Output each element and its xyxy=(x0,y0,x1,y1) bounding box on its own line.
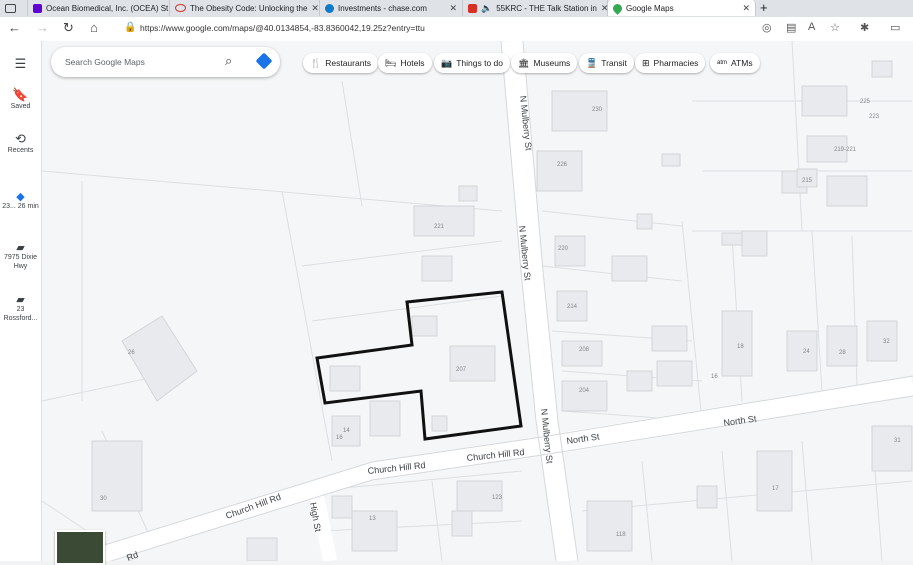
address-bar: ← → ↻ ⌂ 🔒 https://www.google.com/maps/@4… xyxy=(0,17,913,42)
bookmark-icon: 🔖 xyxy=(12,87,29,102)
house-number: 225 xyxy=(860,99,871,105)
favorite-icon[interactable]: ☆ xyxy=(830,21,840,34)
house-number: 31 xyxy=(894,438,901,444)
url-field[interactable]: https://www.google.com/maps/@40.0134854,… xyxy=(140,23,425,33)
location-icon[interactable]: ◎ xyxy=(762,21,772,34)
chip-museums[interactable]: 🏛 Museums xyxy=(511,53,578,73)
recents-button[interactable]: ⟲ Recents xyxy=(0,131,41,154)
map-canvas[interactable]: N Mulberry St N Mulberry St N Mulberry S… xyxy=(42,41,913,561)
reader-icon[interactable]: ▤ xyxy=(786,21,796,34)
extensions-icon[interactable]: ✱ xyxy=(860,21,869,34)
house-number: 204 xyxy=(579,388,590,394)
tab-list-icon xyxy=(5,3,16,13)
close-icon[interactable]: ✕ xyxy=(311,3,319,14)
buildings xyxy=(91,60,913,561)
back-icon[interactable]: ← xyxy=(8,20,21,35)
tab-ocean-biomedical[interactable]: Ocean Biomedical, Inc. (OCEA) St ✕ xyxy=(28,0,170,16)
house-number: 208 xyxy=(579,347,590,353)
sidebar-icon[interactable]: ▭ xyxy=(890,21,900,34)
chip-atms[interactable]: atm ATMs xyxy=(710,53,760,73)
house-number: 215 xyxy=(802,178,813,184)
bed-icon: 🛏 xyxy=(385,57,397,68)
place-icon: ▰ xyxy=(16,242,25,254)
museum-icon: 🏛 xyxy=(518,57,530,68)
menu-icon: ☰ xyxy=(14,56,27,71)
search-box[interactable]: Search Google Maps ⌕ xyxy=(51,47,280,77)
close-icon[interactable]: ✕ xyxy=(742,3,750,14)
house-number: 16 xyxy=(336,435,343,441)
house-number: 17 xyxy=(772,486,779,492)
chase-icon xyxy=(325,3,334,13)
loading-icon xyxy=(175,4,186,12)
directions-icon[interactable] xyxy=(255,52,273,70)
atm-icon: atm xyxy=(717,60,728,66)
tab-google-maps[interactable]: Google Maps ✕ xyxy=(608,0,756,16)
house-number: 14 xyxy=(343,428,350,434)
recent-directions[interactable]: ◆ 23... 26 min xyxy=(0,191,41,211)
close-icon[interactable]: ✕ xyxy=(449,3,457,14)
house-number: 220 xyxy=(558,246,569,252)
house-number: 13 xyxy=(369,516,376,522)
layers-thumbnail[interactable] xyxy=(55,530,105,565)
yahoo-icon xyxy=(33,3,42,13)
menu-button[interactable]: ☰ xyxy=(0,56,41,72)
house-number: 223 xyxy=(869,114,880,120)
house-number: 28 xyxy=(839,350,846,356)
train-icon: 🚆 xyxy=(586,57,598,68)
speaker-icon[interactable]: 🔈 xyxy=(481,3,492,14)
place-icon: ▰ xyxy=(16,294,25,306)
house-number: 118 xyxy=(616,532,626,538)
house-number: 230 xyxy=(592,107,603,113)
new-tab-button[interactable]: + xyxy=(760,0,768,15)
chip-transit[interactable]: 🚆 Transit xyxy=(579,53,634,73)
close-icon[interactable]: ✕ xyxy=(601,3,607,14)
house-number: 32 xyxy=(883,339,890,345)
house-number: 207 xyxy=(456,367,467,373)
tab-actions[interactable] xyxy=(0,0,28,16)
house-number: 30 xyxy=(100,496,107,502)
map-svg[interactable]: N Mulberry St N Mulberry St N Mulberry S… xyxy=(42,41,913,561)
camera-icon: 📷 xyxy=(441,57,453,68)
house-number: 26 xyxy=(128,350,135,356)
home-icon[interactable]: ⌂ xyxy=(90,20,98,35)
tab-obesity-code[interactable]: The Obesity Code: Unlocking the ✕ xyxy=(170,0,320,16)
maps-icon xyxy=(611,1,624,15)
recent-place-dixie[interactable]: ▰ 7975 Dixie Hwy xyxy=(0,242,41,271)
house-number: 221 xyxy=(434,224,445,230)
house-number: 18 xyxy=(737,344,744,350)
refresh-icon[interactable]: ↻ xyxy=(63,20,74,36)
lock-icon[interactable]: 🔒 xyxy=(124,22,136,33)
house-number: 16 xyxy=(711,374,718,380)
translate-icon[interactable]: A xyxy=(808,21,815,33)
chip-hotels[interactable]: 🛏 Hotels xyxy=(378,53,432,73)
left-rail: ☰ 🔖 Saved ⟲ Recents ◆ 23... 26 min ▰ 797… xyxy=(0,41,42,561)
chip-things-to-do[interactable]: 📷 Things to do xyxy=(434,53,510,73)
chip-restaurants[interactable]: 🍴 Restaurants xyxy=(303,53,379,73)
pharmacy-icon: ⊞ xyxy=(642,57,650,68)
chip-pharmacies[interactable]: ⊞ Pharmacies xyxy=(635,53,706,73)
tab-chase[interactable]: Investments - chase.com ✕ xyxy=(320,0,463,16)
house-number: 24 xyxy=(803,349,810,355)
directions-icon: ◆ xyxy=(16,191,25,203)
house-number: 226 xyxy=(557,162,568,168)
search-input[interactable]: Search Google Maps xyxy=(65,57,145,67)
tab-55krc[interactable]: 🔈 55KRC - THE Talk Station in ✕ xyxy=(463,0,608,16)
history-icon: ⟲ xyxy=(15,131,26,146)
tab-bar: Ocean Biomedical, Inc. (OCEA) St ✕ The O… xyxy=(0,0,913,17)
fork-knife-icon: 🍴 xyxy=(310,57,322,68)
forward-icon[interactable]: → xyxy=(36,20,49,35)
saved-button[interactable]: 🔖 Saved xyxy=(0,87,41,110)
recent-place-rossford[interactable]: ▰ 23 Rossford... xyxy=(0,294,41,323)
house-number: 123 xyxy=(492,495,503,501)
search-icon[interactable]: ⌕ xyxy=(225,53,232,69)
house-number: 214 xyxy=(567,304,578,310)
house-number: 219-221 xyxy=(834,147,857,153)
radio-icon xyxy=(468,3,477,13)
